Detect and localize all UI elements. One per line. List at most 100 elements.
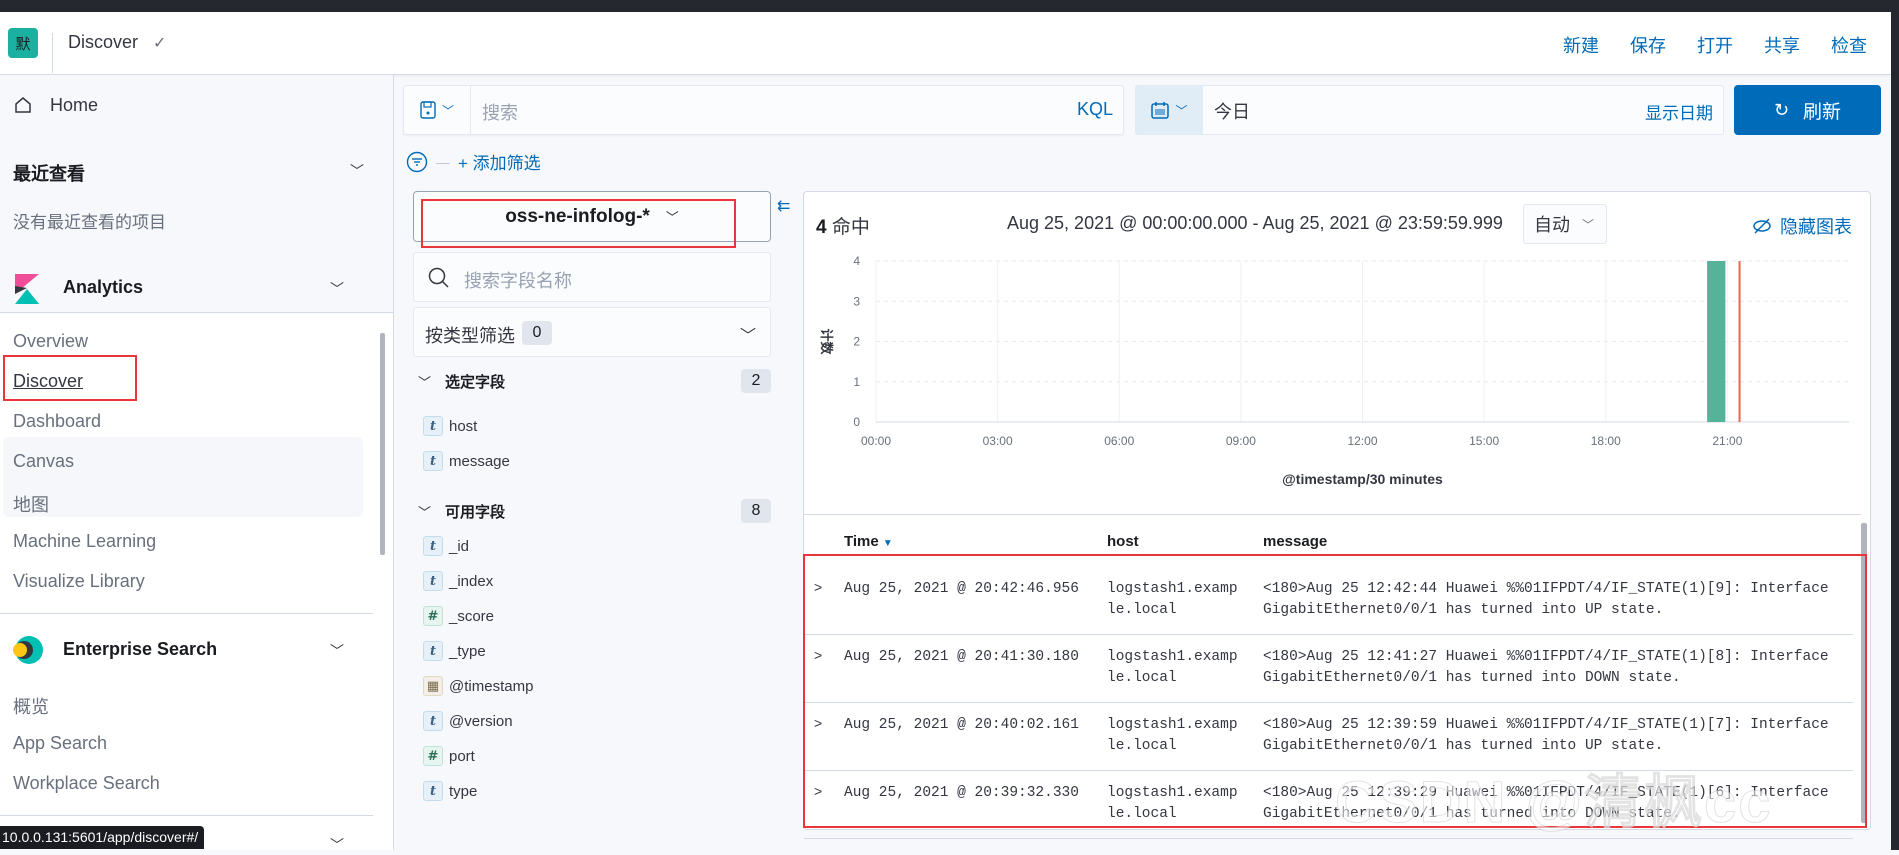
sidebar-item-workplace-search[interactable]: Workplace Search xyxy=(13,773,160,794)
query-language-button[interactable]: KQL xyxy=(1077,99,1113,120)
cell-message: <180>Aug 25 12:39:59 Huawei %%01IFPDT/4/… xyxy=(1263,715,1829,757)
home-icon xyxy=(15,97,31,113)
chevron-down-icon: ﹀ xyxy=(665,210,679,225)
cell-host: logstash1.examp le.local xyxy=(1107,647,1238,689)
quick-menu-button[interactable]: ﹀ xyxy=(1136,86,1203,134)
field-name: _type xyxy=(449,642,486,660)
sidebar-scrollbar[interactable] xyxy=(380,333,385,555)
field-item[interactable]: t type xyxy=(423,781,477,801)
field-item[interactable]: ▦ @timestamp xyxy=(423,676,533,696)
collapse-sidebar-icon[interactable]: ⇇ xyxy=(777,196,790,216)
active-item-highlight xyxy=(3,437,363,517)
check-icon: ✓ xyxy=(153,35,167,52)
x-tick-label: 21:00 xyxy=(1712,434,1742,448)
chevron-down-icon: ﹀ xyxy=(418,374,432,390)
sidebar-item-canvas[interactable]: Canvas xyxy=(13,451,74,472)
open-button[interactable]: 打开 xyxy=(1697,32,1733,58)
sidebar-item-discover[interactable]: Discover xyxy=(13,371,83,392)
column-header-time[interactable]: Time ▼ xyxy=(844,533,893,550)
cell-message-line: GigabitEthernet0/0/1 has turned into UP … xyxy=(1263,738,1664,754)
cell-message-line: GigabitEthernet0/0/1 has turned into DOW… xyxy=(1263,670,1681,686)
home-link[interactable]: Home xyxy=(0,75,393,135)
search-input[interactable]: 搜索 xyxy=(482,99,518,125)
status-url-tooltip: 10.0.0.131:5601/app/discover#/ xyxy=(0,826,205,849)
chevron-down-icon[interactable]: ﹀ xyxy=(330,641,344,661)
chevron-down-icon[interactable]: ﹀ xyxy=(330,835,344,855)
sidebar-item-machine-learning[interactable]: Machine Learning xyxy=(13,531,156,552)
available-fields-title: 可用字段 xyxy=(445,503,506,521)
field-item[interactable]: t host xyxy=(423,416,477,436)
field-item[interactable]: t @version xyxy=(423,711,513,731)
enterprise-search-group-title[interactable]: Enterprise Search xyxy=(63,639,217,660)
column-header-host[interactable]: host xyxy=(1107,533,1139,550)
eye-closed-icon xyxy=(1753,218,1771,234)
app-header: 默 Discover ✓ 新建 保存 打开 共享 检查 xyxy=(0,12,1891,75)
field-name: _id xyxy=(449,537,470,555)
refresh-button[interactable]: ↻ 刷新 xyxy=(1734,85,1881,135)
field-item[interactable]: t message xyxy=(423,451,510,471)
breadcrumb[interactable]: Discover xyxy=(68,32,138,53)
enterprise-search-logo-icon xyxy=(13,636,43,664)
sort-desc-icon[interactable]: ▼ xyxy=(883,538,893,549)
expand-row-icon[interactable]: > xyxy=(814,579,822,595)
analytics-group-title[interactable]: Analytics xyxy=(63,277,143,298)
cell-message: <180>Aug 25 12:42:44 Huawei %%01IFPDT/4/… xyxy=(1263,579,1829,621)
cell-time: Aug 25, 2021 @ 20:40:02.161 xyxy=(844,717,1079,733)
expand-row-icon[interactable]: > xyxy=(814,783,822,799)
field-item[interactable]: t _type xyxy=(423,641,486,661)
expand-row-icon[interactable]: > xyxy=(814,715,822,731)
sidebar-item-visualize-library[interactable]: Visualize Library xyxy=(13,571,145,592)
chevron-down-icon[interactable]: ﹀ xyxy=(350,161,364,181)
column-header-message[interactable]: message xyxy=(1263,533,1327,550)
filter-by-type-dropdown[interactable]: 按类型筛选 0 ﹀ xyxy=(413,307,771,357)
table-row: > Aug 25, 2021 @ 20:41:30.180 logstash1.ex… xyxy=(804,635,1853,703)
recently-viewed-empty: 没有最近查看的项目 xyxy=(13,213,166,232)
home-label: Home xyxy=(50,94,99,115)
available-fields-header[interactable]: ﹀ 可用字段 8 xyxy=(418,499,771,523)
y-axis-title: 计数 xyxy=(819,328,834,355)
field-search-input[interactable]: 搜索字段名称 xyxy=(413,252,771,302)
x-tick-label: 00:00 xyxy=(861,434,891,448)
nav-sidebar: Home 最近查看 ﹀ 没有最近查看的项目 Analytics ﹀ Overvi… xyxy=(0,75,394,853)
new-button[interactable]: 新建 xyxy=(1563,32,1599,58)
date-range-value[interactable]: 今日 xyxy=(1214,98,1250,124)
sidebar-item-dashboard[interactable]: Dashboard xyxy=(13,411,101,432)
field-item[interactable]: # _score xyxy=(423,606,494,626)
field-name: type xyxy=(449,782,478,800)
cell-host: logstash1.examp le.local xyxy=(1107,783,1238,825)
sidebar-item-overview[interactable]: Overview xyxy=(13,331,88,352)
chevron-down-icon: ﹀ xyxy=(418,504,432,520)
space-avatar[interactable]: 默 xyxy=(8,28,38,58)
sidebar-item-enterprise-overview[interactable]: 概览 xyxy=(13,693,49,719)
window-edge xyxy=(1891,0,1899,850)
table-scrollbar[interactable] xyxy=(1861,523,1867,823)
sidebar-item-maps[interactable]: 地图 xyxy=(13,491,49,517)
field-item[interactable]: t _index xyxy=(423,571,493,591)
interval-select[interactable]: 自动 ﹀ xyxy=(1523,204,1607,244)
selected-fields-header[interactable]: ﹀ 选定字段 2 xyxy=(418,369,771,393)
hit-count: 4 命中 xyxy=(816,212,870,239)
save-button[interactable]: 保存 xyxy=(1630,32,1666,58)
sidebar-item-app-search[interactable]: App Search xyxy=(13,733,107,754)
y-tick-label: 2 xyxy=(853,335,860,349)
hide-chart-button[interactable]: 隐藏图表 xyxy=(1752,213,1852,239)
share-button[interactable]: 共享 xyxy=(1764,32,1800,58)
filter-menu-icon[interactable] xyxy=(406,151,428,173)
field-name: _index xyxy=(449,572,494,590)
section-divider xyxy=(0,815,373,816)
add-filter-button[interactable]: + 添加筛选 xyxy=(458,149,541,174)
search-icon xyxy=(428,267,449,288)
x-axis-title: @timestamp/30 minutes xyxy=(1282,471,1443,487)
inspect-button[interactable]: 检查 xyxy=(1831,32,1867,58)
show-dates-button[interactable]: 显示日期 xyxy=(1645,99,1713,124)
index-pattern-selector[interactable]: oss-ne-infolog-* ﹀ xyxy=(413,191,771,242)
field-item[interactable]: t _id xyxy=(423,536,469,556)
expand-row-icon[interactable]: > xyxy=(814,647,822,663)
x-tick-label: 06:00 xyxy=(1104,434,1134,448)
hit-label: 命中 xyxy=(831,217,870,238)
saved-query-button[interactable]: ﹀ xyxy=(404,86,471,134)
recently-viewed-title[interactable]: 最近查看 xyxy=(13,160,85,186)
chevron-down-icon[interactable]: ﹀ xyxy=(330,279,344,299)
field-item[interactable]: # port xyxy=(423,746,475,766)
cell-message-line: GigabitEthernet0/0/1 has turned into UP … xyxy=(1263,602,1664,618)
